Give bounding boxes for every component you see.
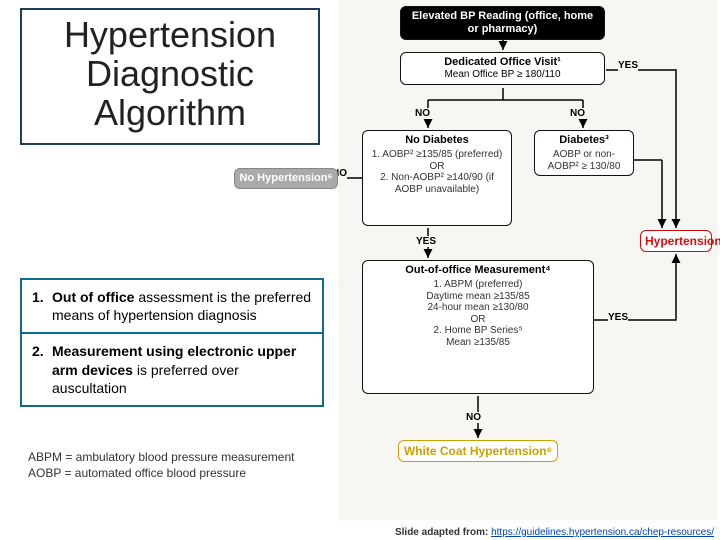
def-abpm: ABPM = ambulatory blood pressure measure… xyxy=(28,450,294,466)
node-no-hypertension: No Hypertension⁶ xyxy=(234,168,338,189)
label-yes: YES xyxy=(618,60,638,71)
notes-box: 1. Out of office assessment is the prefe… xyxy=(20,278,324,407)
note-item-1: 1. Out of office assessment is the prefe… xyxy=(22,280,322,332)
title-line-3: Algorithm xyxy=(30,94,310,133)
node-hypertension: Hypertension xyxy=(640,230,712,252)
node-out-of-office-measurement: Out-of-office Measurement⁴ 1. ABPM (pref… xyxy=(362,260,594,394)
label-no: NO xyxy=(415,108,430,119)
node-diabetes: Diabetes³ AOBP or non-AOBP² ≥ 130/80 xyxy=(534,130,634,176)
label-yes: YES xyxy=(416,236,436,247)
attribution-link[interactable]: https://guidelines.hypertension.ca/chep-… xyxy=(491,527,714,538)
def-aobp: AOBP = automated office blood pressure xyxy=(28,466,294,482)
node-white-coat-hypertension: White Coat Hypertension⁶ xyxy=(398,440,558,462)
note-body: Measurement using electronic upper arm d… xyxy=(52,342,312,397)
node-elevated-bp: Elevated BP Reading (office, home or pha… xyxy=(400,6,605,40)
slide: Hypertension Diagnostic Algorithm 1. Out… xyxy=(0,0,720,540)
node-no-diabetes: No Diabetes 1. AOBP² ≥135/85 (preferred)… xyxy=(362,130,512,226)
note-number: 1. xyxy=(32,288,52,324)
title-box: Hypertension Diagnostic Algorithm xyxy=(20,8,320,145)
label-no: NO xyxy=(570,108,585,119)
label-yes: YES xyxy=(608,312,628,323)
note-number: 2. xyxy=(32,342,52,397)
note-item-2: 2. Measurement using electronic upper ar… xyxy=(22,334,322,405)
definitions: ABPM = ambulatory blood pressure measure… xyxy=(28,450,294,481)
node-dedicated-office-visit: Dedicated Office Visit¹ Mean Office BP ≥… xyxy=(400,52,605,85)
title-line-2: Diagnostic xyxy=(30,55,310,94)
flowchart: Elevated BP Reading (office, home or pha… xyxy=(338,0,718,520)
label-no: NO xyxy=(466,412,481,423)
note-body: Out of office assessment is the preferre… xyxy=(52,288,312,324)
title-line-1: Hypertension xyxy=(30,16,310,55)
attribution: Slide adapted from: https://guidelines.h… xyxy=(395,527,714,538)
